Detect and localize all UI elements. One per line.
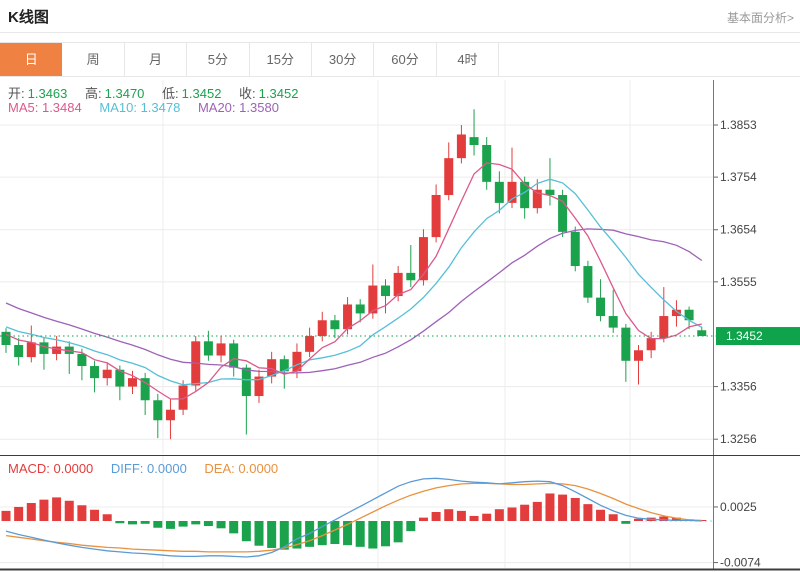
diff-value: 0.0000 (147, 461, 187, 476)
tab-60min[interactable]: 60分 (374, 43, 437, 76)
ma-legend: MA5: 1.3484 MA10: 1.3478 MA20: 1.3580 (8, 100, 293, 115)
tab-4hour[interactable]: 4时 (436, 43, 500, 76)
price-chart-canvas[interactable]: 1.3853 1.3754 1.3654 1.3555 1.3356 1.3256 1.34… (0, 78, 800, 456)
diff-item: DIFF: 0.0000 (111, 461, 187, 476)
tab-5min[interactable]: 5分 (187, 43, 250, 76)
ma20-label: MA20: (197, 100, 236, 115)
tab-month[interactable]: 月 (124, 43, 188, 76)
ma20-value: 1.3580 (239, 100, 279, 115)
dea-value: 0.0000 (238, 461, 279, 476)
price-axis-label: 1.3256 (720, 432, 757, 446)
high-item: 高: 1.3470 (85, 86, 144, 101)
diff-label: DIFF: (110, 461, 144, 476)
current-price-value: 1.3452 (726, 329, 763, 343)
high-value: 1.3470 (104, 86, 145, 101)
ma5-value: 1.3484 (41, 100, 82, 115)
close-label: 收: (239, 86, 256, 101)
low-value: 1.3452 (181, 86, 222, 101)
macd-value: 0.0000 (53, 461, 94, 476)
low-label: 低: (162, 86, 179, 101)
ma10-label: MA10: (99, 100, 137, 115)
fundamental-analysis-link[interactable]: 基本面分析> (727, 9, 794, 26)
ma5-label: MA5: (8, 100, 39, 115)
price-axis-label: 1.3555 (720, 275, 757, 289)
chart-area: 1.3853 1.3754 1.3654 1.3555 1.3356 1.3256 1.34… (0, 78, 800, 572)
price-axis-label: 1.3654 (720, 223, 757, 237)
dea-label: DEA: (204, 461, 235, 476)
tab-30min[interactable]: 30分 (311, 43, 375, 76)
ma10-item: MA10: 1.3478 (99, 100, 180, 115)
close-value: 1.3452 (258, 86, 299, 101)
macd-legend: MACD: 0.0000 DIFF: 0.0000 DEA: 0.0000 (8, 461, 292, 476)
macd-item: MACD: 0.0000 (8, 461, 93, 476)
tab-week[interactable]: 周 (62, 43, 125, 76)
tab-15min[interactable]: 15分 (249, 43, 312, 76)
macd-axis-label: -0.0074 (720, 556, 761, 570)
price-axis-label: 1.3853 (720, 118, 757, 132)
ma20-item: MA20: 1.3580 (198, 100, 279, 115)
ma10-value: 1.3478 (140, 100, 181, 115)
ma5-item: MA5: 1.3484 (8, 100, 82, 115)
tab-day[interactable]: 日 (0, 43, 63, 76)
open-item: 开: 1.3463 (8, 86, 67, 101)
macd-axis-label: 0.0025 (720, 500, 757, 514)
dea-item: DEA: 0.0000 (204, 461, 278, 476)
open-value: 1.3463 (27, 86, 68, 101)
high-label: 高: (85, 86, 102, 101)
macd-label: MACD: (8, 461, 50, 476)
low-item: 低: 1.3452 (162, 86, 221, 101)
price-axis-label: 1.3356 (720, 380, 757, 394)
price-axis-label: 1.3754 (720, 170, 757, 184)
header: K线图 基本面分析> (0, 0, 800, 33)
interval-tabs: 日周月 5分 15分 30分 60分 4时 (0, 42, 800, 77)
open-label: 开: (8, 86, 25, 101)
page-title: K线图 (8, 9, 49, 26)
close-item: 收: 1.3452 (239, 86, 298, 101)
